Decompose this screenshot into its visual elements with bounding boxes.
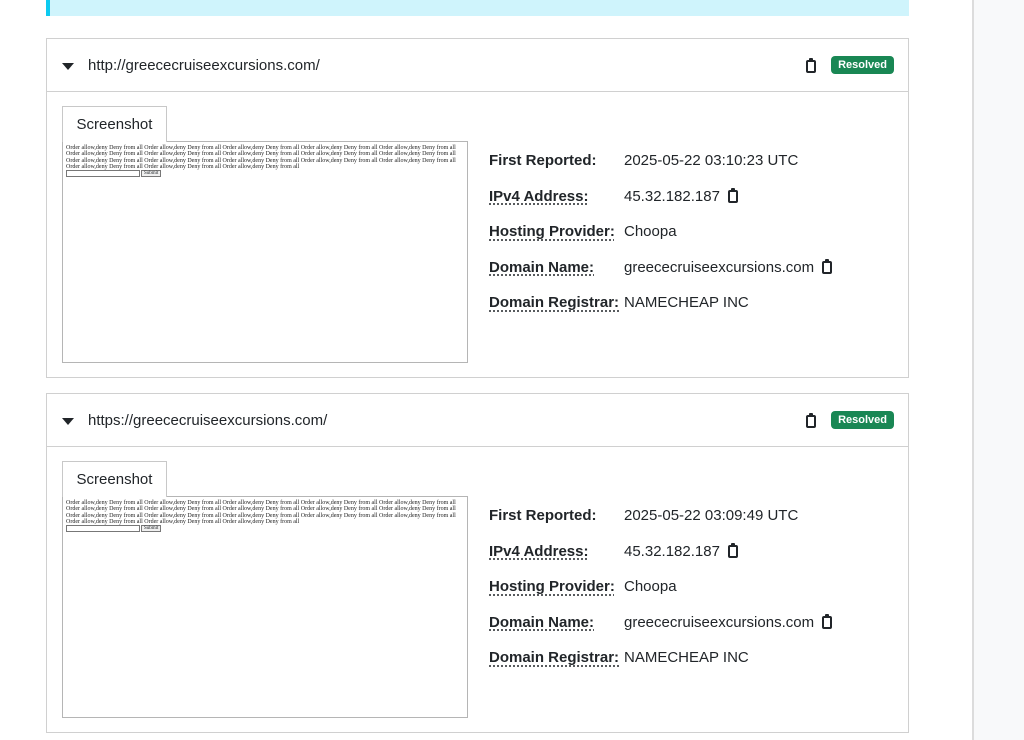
status-badge: Resolved	[831, 56, 894, 74]
url-card: http://greececruiseexcursions.com/ Resol…	[46, 38, 909, 378]
first-reported-label: First Reported:	[489, 507, 597, 525]
registrar-value: NAMECHEAP INC	[624, 649, 749, 667]
detail-row-ipv4: IPv4 Address: 45.32.182.187	[489, 179, 899, 215]
detail-row-domain: Domain Name: greececruiseexcursions.com	[489, 605, 899, 641]
registrar-label[interactable]: Domain Registrar:	[489, 649, 624, 666]
details-list: First Reported: 2025-05-22 03:10:23 UTC …	[489, 143, 899, 321]
screenshot-text: Order allow,deny Deny from all Order all…	[66, 145, 456, 170]
detail-row-domain: Domain Name: greececruiseexcursions.com	[489, 250, 899, 286]
screenshot-preview[interactable]: Order allow,deny Deny from all Order all…	[62, 141, 468, 363]
domain-label[interactable]: Domain Name:	[489, 259, 624, 276]
card-url: https://greececruiseexcursions.com/	[88, 411, 328, 429]
info-alert	[46, 0, 909, 16]
card-header[interactable]: http://greececruiseexcursions.com/ Resol…	[47, 39, 908, 92]
screenshot-submit: Submit	[141, 170, 162, 178]
details-list: First Reported: 2025-05-22 03:09:49 UTC …	[489, 498, 899, 676]
detail-row-hosting: Hosting Provider: Choopa	[489, 569, 899, 605]
url-card: https://greececruiseexcursions.com/ Reso…	[46, 393, 909, 733]
screenshot-input	[66, 525, 140, 533]
screenshot-input	[66, 170, 140, 178]
hosting-label[interactable]: Hosting Provider:	[489, 578, 624, 595]
detail-row-registrar: Domain Registrar: NAMECHEAP INC	[489, 640, 899, 676]
first-reported-value: 2025-05-22 03:10:23 UTC	[624, 152, 799, 170]
card-url: http://greececruiseexcursions.com/	[88, 56, 320, 74]
first-reported-value: 2025-05-22 03:09:49 UTC	[624, 507, 799, 525]
clipboard-icon[interactable]	[806, 412, 817, 428]
detail-row-first-reported: First Reported: 2025-05-22 03:09:49 UTC	[489, 498, 899, 534]
caret-down-icon[interactable]	[62, 417, 74, 425]
screenshot-preview[interactable]: Order allow,deny Deny from all Order all…	[62, 496, 468, 718]
domain-value: greececruiseexcursions.com	[624, 258, 833, 276]
screenshot-submit: Submit	[141, 525, 162, 533]
clipboard-icon[interactable]	[806, 57, 817, 73]
clipboard-icon[interactable]	[822, 613, 833, 629]
registrar-label[interactable]: Domain Registrar:	[489, 294, 624, 311]
registrar-value: NAMECHEAP INC	[624, 294, 749, 312]
domain-text: greececruiseexcursions.com	[624, 258, 815, 276]
hosting-label[interactable]: Hosting Provider:	[489, 223, 624, 240]
ipv4-text: 45.32.182.187	[624, 542, 720, 560]
clipboard-icon[interactable]	[822, 258, 833, 274]
hosting-value: Choopa	[624, 578, 677, 596]
ipv4-label[interactable]: IPv4 Address:	[489, 188, 624, 205]
clipboard-icon[interactable]	[727, 187, 738, 203]
side-panel	[972, 0, 1024, 740]
hosting-value: Choopa	[624, 223, 677, 241]
screenshot-form: Submit	[66, 525, 464, 533]
first-reported-label: First Reported:	[489, 152, 597, 170]
domain-text: greececruiseexcursions.com	[624, 613, 815, 631]
ipv4-text: 45.32.182.187	[624, 187, 720, 205]
domain-label[interactable]: Domain Name:	[489, 614, 624, 631]
screenshot-form: Submit	[66, 170, 464, 178]
status-badge: Resolved	[831, 411, 894, 429]
card-header[interactable]: https://greececruiseexcursions.com/ Reso…	[47, 394, 908, 447]
ipv4-value: 45.32.182.187	[624, 542, 738, 560]
ipv4-label[interactable]: IPv4 Address:	[489, 543, 624, 560]
ipv4-value: 45.32.182.187	[624, 187, 738, 205]
caret-down-icon[interactable]	[62, 62, 74, 70]
tab-screenshot[interactable]: Screenshot	[62, 106, 167, 142]
detail-row-first-reported: First Reported: 2025-05-22 03:10:23 UTC	[489, 143, 899, 179]
detail-row-registrar: Domain Registrar: NAMECHEAP INC	[489, 285, 899, 321]
domain-value: greececruiseexcursions.com	[624, 613, 833, 631]
detail-row-hosting: Hosting Provider: Choopa	[489, 214, 899, 250]
tab-screenshot[interactable]: Screenshot	[62, 461, 167, 497]
detail-row-ipv4: IPv4 Address: 45.32.182.187	[489, 534, 899, 570]
clipboard-icon[interactable]	[727, 542, 738, 558]
screenshot-text: Order allow,deny Deny from all Order all…	[66, 500, 456, 525]
